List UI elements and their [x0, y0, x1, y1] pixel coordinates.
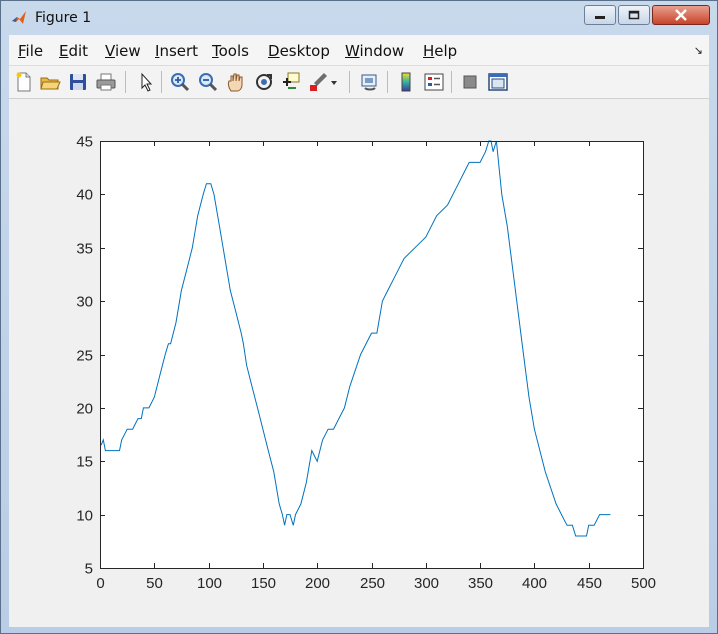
show-plot-tools-icon[interactable] — [487, 71, 509, 93]
pan-icon[interactable] — [225, 71, 247, 93]
x-tick-label: 400 — [522, 575, 547, 592]
x-tick-label: 350 — [468, 575, 493, 592]
figure-toolbar — [9, 66, 709, 99]
menu-view[interactable]: View — [105, 42, 141, 60]
minimize-button[interactable] — [584, 5, 616, 25]
line-chart[interactable]: 0 50 100 150 200 250 300 350 400 450 500 5 10 15 20 25… — [9, 99, 709, 627]
new-figure-icon[interactable] — [13, 71, 35, 93]
x-tick-label: 450 — [577, 575, 602, 592]
toolbar-separator — [387, 71, 388, 93]
x-tick-label: 250 — [360, 575, 385, 592]
brush-icon[interactable] — [307, 71, 329, 93]
y-tick-label: 40 — [76, 187, 93, 204]
x-tick-labels: 0 50 100 150 200 250 300 350 400 450 500 — [96, 575, 656, 592]
rotate-3d-icon[interactable] — [253, 71, 275, 93]
menu-desktop[interactable]: Desktop — [268, 42, 330, 60]
x-tick-label: 0 — [96, 575, 104, 592]
menu-tools[interactable]: Tools — [212, 42, 249, 60]
y-tick-label: 20 — [76, 401, 93, 418]
toolbar-separator — [349, 71, 350, 93]
menu-window[interactable]: Window — [345, 42, 404, 60]
menu-help[interactable]: Help — [423, 42, 457, 60]
y-tick-label: 45 — [76, 134, 93, 151]
hide-plot-tools-icon[interactable] — [459, 71, 481, 93]
matlab-logo-icon — [12, 11, 26, 24]
axes-background — [100, 141, 643, 568]
y-tick-label: 10 — [76, 508, 93, 525]
maximize-button[interactable] — [618, 5, 650, 25]
menu-bar: File Edit View Insert Tools Desktop Wind… — [9, 35, 709, 66]
x-tick-label: 150 — [251, 575, 276, 592]
x-tick-label: 50 — [146, 575, 163, 592]
dock-arrow-icon[interactable]: ↘ — [694, 44, 703, 57]
menu-insert[interactable]: Insert — [155, 42, 198, 60]
figure-canvas[interactable]: 0 50 100 150 200 250 300 350 400 450 500 5 10 15 20 25… — [9, 99, 709, 627]
link-plot-icon[interactable] — [359, 71, 381, 93]
zoom-out-icon[interactable] — [197, 71, 219, 93]
toolbar-separator — [451, 71, 452, 93]
print-icon[interactable] — [95, 71, 117, 93]
save-icon[interactable] — [67, 71, 89, 93]
legend-icon[interactable] — [423, 71, 445, 93]
y-tick-label: 25 — [76, 348, 93, 365]
x-tick-label: 200 — [305, 575, 330, 592]
zoom-in-icon[interactable] — [169, 71, 191, 93]
brush-dropdown-chevron-icon[interactable] — [329, 71, 339, 93]
pointer-icon[interactable] — [135, 71, 157, 93]
colorbar-icon[interactable] — [395, 71, 417, 93]
title-bar[interactable]: Figure 1 — [1, 1, 717, 35]
minimize-icon — [595, 16, 605, 19]
y-tick-label: 35 — [76, 241, 93, 258]
figure-window: Figure 1 File Edit View Insert Tools Des… — [0, 0, 718, 634]
y-tick-label: 5 — [85, 561, 93, 578]
toolbar-separator — [125, 71, 126, 93]
open-file-icon[interactable] — [39, 71, 61, 93]
menu-file[interactable]: File — [18, 42, 43, 60]
close-button[interactable] — [652, 5, 710, 25]
menu-edit[interactable]: Edit — [59, 42, 88, 60]
x-tick-label: 300 — [414, 575, 439, 592]
data-cursor-icon[interactable] — [279, 71, 301, 93]
figure-client-area: File Edit View Insert Tools Desktop Wind… — [9, 35, 709, 627]
x-tick-label: 100 — [197, 575, 222, 592]
y-tick-labels: 5 10 15 20 25 30 35 40 45 — [76, 134, 93, 578]
maximize-icon — [628, 10, 640, 20]
y-tick-label: 15 — [76, 454, 93, 471]
y-tick-label: 30 — [76, 294, 93, 311]
toolbar-separator — [161, 71, 162, 93]
x-tick-label: 500 — [631, 575, 656, 592]
close-icon — [675, 9, 687, 21]
window-title: Figure 1 — [35, 10, 92, 26]
